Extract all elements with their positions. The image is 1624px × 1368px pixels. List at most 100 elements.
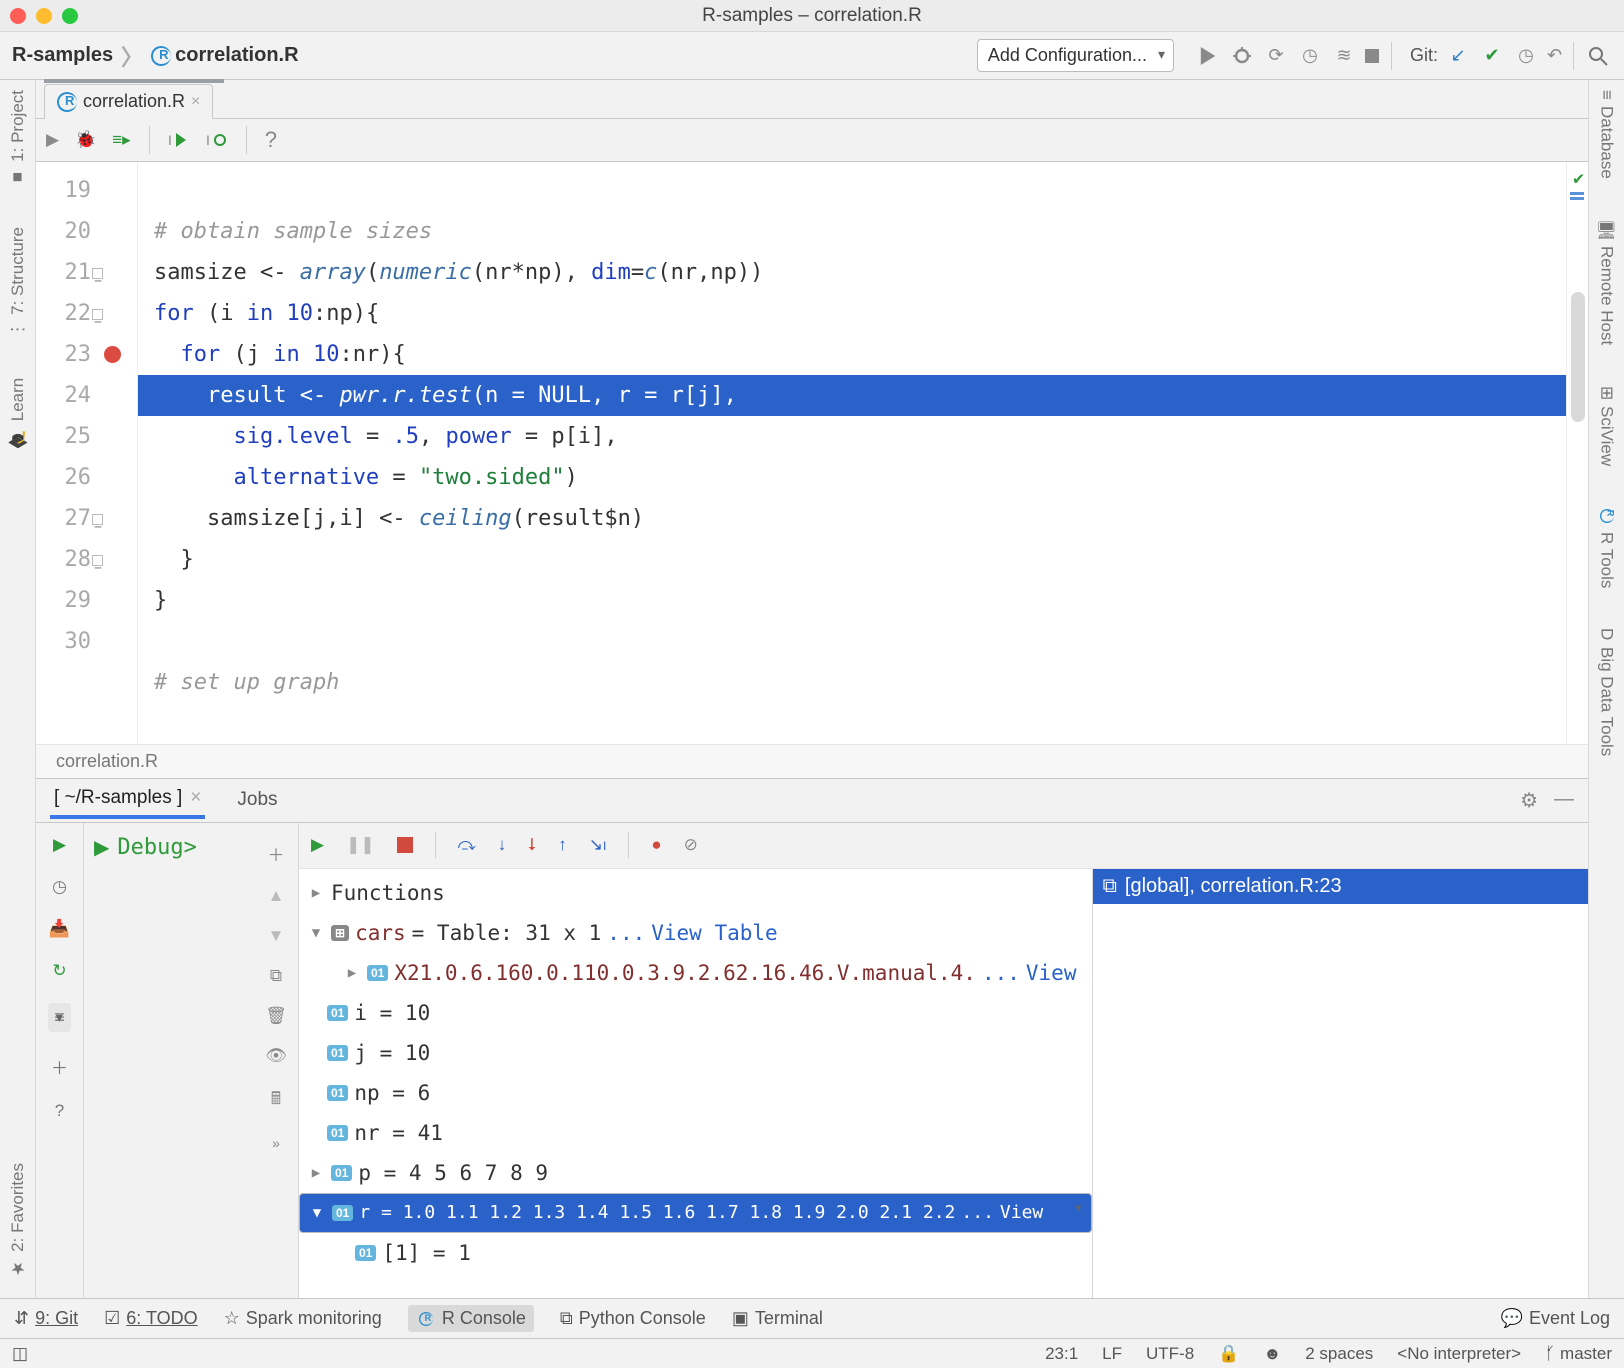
attach-button[interactable]: ≋ [1330, 42, 1358, 70]
stop-button[interactable] [1364, 42, 1392, 70]
help-icon[interactable]: ? [55, 1101, 64, 1121]
view-link[interactable]: View [1000, 1202, 1043, 1223]
sidebar-item-rtools[interactable]: R Tools [1597, 506, 1617, 588]
scrollbar-thumb[interactable] [1571, 292, 1585, 422]
pause-icon[interactable]: ❚❚ [346, 835, 375, 855]
inspection-ok-icon[interactable]: ✔ [1573, 168, 1584, 189]
indent[interactable]: 2 spaces [1305, 1344, 1373, 1364]
step-into-icon[interactable]: ↓ [498, 835, 507, 855]
copy-icon[interactable]: ⧉ [270, 966, 282, 986]
gutter[interactable]: 19 20 21 22 23 24 25 26 27 28 29 30 [36, 162, 138, 744]
profile-button[interactable]: ◷ [1296, 42, 1324, 70]
editor-breadcrumb-bar[interactable]: correlation.R [36, 744, 1588, 777]
editor-breadcrumb-item[interactable]: correlation.R [56, 751, 158, 772]
stop-icon[interactable] [397, 837, 413, 853]
watch-icon[interactable]: 👁 [265, 1046, 287, 1066]
sidebar-item-sciview[interactable]: ⊞SciView [1597, 386, 1617, 466]
sidebar-item-remote-host[interactable]: 🖥Remote Host [1597, 219, 1617, 346]
clear-icon[interactable]: 🗑 [265, 1006, 287, 1026]
run-current-icon[interactable]: I [168, 130, 190, 150]
sidebar-item-favorites[interactable]: ★2: Favorites [8, 1163, 28, 1278]
tab-r-samples[interactable]: [ ~/R-samples ] × [50, 781, 205, 819]
variables-tree[interactable]: ▶Functions ▼⊞cars = Table: 31 x 1 ... Vi… [299, 869, 1092, 1298]
rerun-icon[interactable]: ↻ [52, 961, 66, 981]
import-icon[interactable]: 📥 [49, 919, 70, 939]
help-icon[interactable]: ? [265, 127, 277, 153]
debug-current-icon[interactable]: I [206, 130, 228, 150]
run-file-icon[interactable]: ▶ [46, 130, 59, 150]
zoom-window-icon[interactable] [62, 8, 78, 24]
evaluate-icon[interactable]: ● [651, 835, 661, 855]
more-icon[interactable]: » [272, 1135, 280, 1151]
debug-file-icon[interactable]: 🐞 [75, 130, 96, 150]
vars-functions[interactable]: Functions [331, 881, 445, 905]
run-configuration-selector[interactable]: Add Configuration... [977, 39, 1174, 72]
debug-button[interactable] [1228, 42, 1256, 70]
interpreter[interactable]: <No interpreter> [1397, 1344, 1521, 1364]
soft-wrap-icon[interactable]: ≡ [48, 1003, 71, 1032]
close-window-icon[interactable] [10, 8, 26, 24]
editor-tab-correlation[interactable]: correlation.R × [44, 84, 213, 118]
inspector-icon[interactable]: ☻ [1263, 1344, 1281, 1364]
tool-terminal[interactable]: ▣Terminal [732, 1308, 823, 1329]
view-table-link[interactable]: View Table [651, 921, 777, 945]
close-tab-icon[interactable]: × [190, 787, 201, 809]
frames-pane[interactable]: ⧉ [global], correlation.R:23 [1092, 869, 1588, 1298]
tool-rconsole[interactable]: R Console [408, 1305, 534, 1332]
breadcrumb-root[interactable]: R-samples [12, 44, 113, 67]
code-area[interactable]: # obtain sample sizes samsize <- array(n… [138, 162, 1566, 744]
git-revert-icon[interactable]: ↶ [1546, 42, 1574, 70]
debug-console[interactable]: ▶ Debug> [84, 823, 254, 1298]
search-icon[interactable] [1584, 42, 1612, 70]
git-pull-icon[interactable]: ↙ [1444, 42, 1472, 70]
mute-breakpoints-icon[interactable]: ⊘ [684, 835, 698, 855]
sidebar-item-bigdata[interactable]: DBig Data Tools [1597, 628, 1617, 756]
git-commit-icon[interactable]: ✔ [1478, 42, 1506, 70]
gear-icon[interactable]: ⚙ [1520, 788, 1538, 813]
history-icon[interactable]: ◷ [52, 877, 67, 897]
tool-pyconsole[interactable]: ⧉Python Console [560, 1308, 706, 1329]
down-icon[interactable]: ▼ [268, 926, 285, 946]
tab-jobs[interactable]: Jobs [233, 783, 281, 817]
tool-window-toggle-icon[interactable]: ◫ [12, 1344, 28, 1364]
run-button[interactable] [1194, 42, 1222, 70]
up-icon[interactable]: ▲ [268, 886, 285, 906]
tool-todo[interactable]: ☑6: TODO [104, 1308, 198, 1329]
sidebar-item-learn[interactable]: 🎓Learn [8, 378, 28, 448]
minimize-panel-icon[interactable]: — [1554, 788, 1574, 813]
close-tab-icon[interactable]: × [191, 93, 200, 111]
resume-program-icon[interactable]: ▶ [311, 835, 324, 855]
code-editor[interactable]: 19 20 21 22 23 24 25 26 27 28 29 30 # ob… [36, 162, 1588, 744]
tool-eventlog[interactable]: 💬Event Log [1501, 1308, 1610, 1329]
sidebar-item-structure[interactable]: ⋮7: Structure [8, 227, 28, 338]
tool-spark[interactable]: ☆Spark monitoring [224, 1308, 382, 1329]
calculator-icon[interactable]: 🖩 [271, 1086, 281, 1115]
sidebar-item-project[interactable]: ■1: Project [8, 90, 28, 187]
new-watch-icon[interactable]: ＋ [268, 841, 285, 866]
caret-position[interactable]: 23:1 [1045, 1344, 1078, 1364]
left-tool-rail: ■1: Project ⋮7: Structure 🎓Learn ★2: Fav… [0, 80, 36, 1298]
breadcrumb[interactable]: R-samples 〉 correlation.R [12, 40, 299, 72]
minimize-window-icon[interactable] [36, 8, 52, 24]
line-ending[interactable]: LF [1102, 1344, 1122, 1364]
run-selection-icon[interactable]: ≡▸ [112, 130, 130, 150]
main-body: ■1: Project ⋮7: Structure 🎓Learn ★2: Fav… [0, 80, 1624, 1298]
tool-git[interactable]: ⇵9: Git [14, 1308, 78, 1329]
run-to-cursor-icon[interactable]: ↘I [589, 835, 607, 855]
step-out-icon[interactable]: ↑ [558, 835, 567, 855]
coverage-button[interactable]: ⟳ [1262, 42, 1290, 70]
step-over-icon[interactable]: ⤼ [458, 835, 476, 855]
encoding[interactable]: UTF-8 [1146, 1344, 1194, 1364]
readonly-lock-icon[interactable]: 🔒 [1218, 1344, 1239, 1364]
console-side-actions: ＋ ▲ ▼ ⧉ 🗑 👁 🖩 » [254, 823, 298, 1298]
view-link[interactable]: View [1026, 961, 1077, 985]
stack-frame-global[interactable]: ⧉ [global], correlation.R:23 [1093, 869, 1588, 904]
traffic-lights [10, 8, 78, 24]
git-history-icon[interactable]: ◷ [1512, 42, 1540, 70]
breadcrumb-file[interactable]: correlation.R [175, 44, 298, 67]
force-step-into-icon[interactable]: ⭣ [528, 835, 536, 855]
sidebar-item-database[interactable]: ≡Database [1597, 90, 1617, 179]
resume-icon[interactable]: ▶ [53, 835, 66, 855]
git-branch[interactable]: ᚶ master [1545, 1344, 1612, 1364]
add-icon[interactable]: ＋ [51, 1054, 68, 1079]
